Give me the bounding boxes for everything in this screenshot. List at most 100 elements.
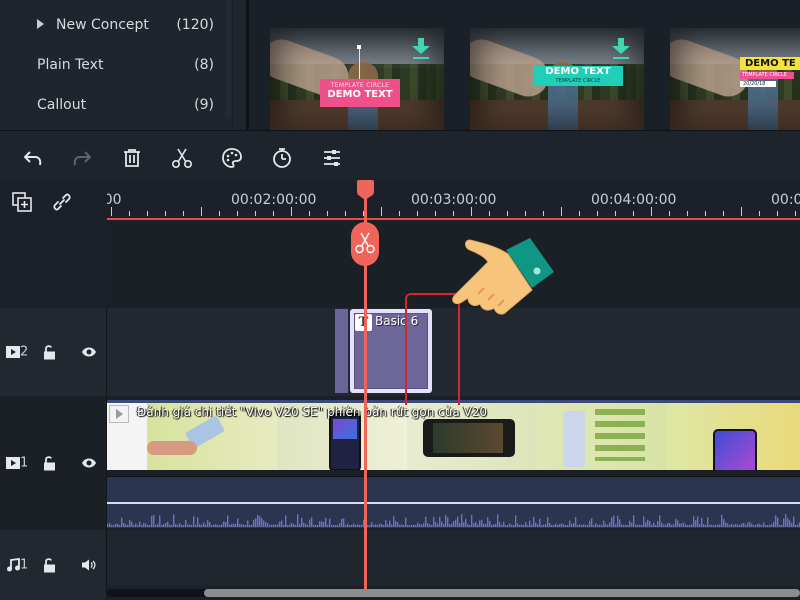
waveform-bar — [623, 524, 625, 527]
waveform-bar — [147, 524, 149, 527]
add-track-button[interactable] — [11, 191, 33, 213]
video-clip[interactable]: Đánh giá chi tiết "Vivo V20 SE" phiên bả… — [107, 400, 800, 470]
ruler-minor-tick — [759, 211, 760, 216]
waveform-bar — [777, 517, 779, 527]
waveform-bar — [145, 523, 147, 527]
link-button[interactable] — [51, 191, 73, 213]
track-body-audio-1[interactable] — [107, 530, 800, 586]
eye-icon[interactable] — [81, 346, 97, 358]
waveform-bar — [417, 522, 419, 527]
template-thumbnail-2[interactable]: DEMO TEXT TEMPLATE CIRCLE — [470, 28, 644, 130]
category-scrollbar[interactable] — [226, 0, 231, 118]
waveform-bar — [315, 524, 317, 527]
color-button[interactable] — [221, 147, 243, 169]
waveform-bar — [697, 516, 699, 527]
title-clip-stub[interactable] — [335, 309, 348, 393]
template-thumbnail-3[interactable]: DEMO TE TEMPLATE CIRCLE 20/20/18 — [670, 28, 800, 130]
ruler-minor-tick — [165, 211, 166, 216]
undo-button[interactable] — [22, 147, 44, 169]
speaker-icon[interactable] — [81, 559, 96, 572]
clip-play-icon[interactable] — [109, 405, 129, 423]
template-thumbnail-1[interactable]: TEMPLATE CIRCLE DEMO TEXT — [270, 28, 444, 130]
waveform-bar — [479, 520, 481, 527]
waveform-bar — [637, 524, 639, 527]
waveform-bar — [369, 525, 371, 527]
template-title: DEMO TEXT — [327, 89, 393, 100]
panel-divider[interactable] — [232, 0, 249, 130]
volume-line[interactable] — [107, 502, 800, 504]
waveform-bar — [155, 524, 157, 527]
waveform-bar — [727, 523, 729, 527]
audio-waveform-clip[interactable] — [107, 476, 800, 528]
waveform-bar — [587, 524, 589, 527]
waveform-bar — [169, 524, 171, 527]
waveform-bar — [711, 524, 713, 527]
waveform-bar — [113, 524, 115, 527]
waveform-bar — [187, 524, 189, 527]
ruler-minor-tick — [705, 211, 706, 216]
waveform-bar — [443, 523, 445, 527]
adjust-button[interactable] — [321, 147, 343, 169]
waveform-bar — [529, 520, 531, 527]
waveform-bar — [401, 524, 403, 527]
stopwatch-icon — [273, 148, 291, 168]
category-callout[interactable]: Callout (9) — [0, 93, 226, 117]
scissors-icon — [355, 232, 375, 254]
split-at-playhead-button[interactable] — [351, 222, 379, 266]
waveform-bar — [249, 524, 251, 527]
ruler-minor-tick — [525, 211, 526, 216]
waveform-bar — [119, 524, 121, 527]
waveform-bar — [439, 516, 441, 527]
unlock-icon[interactable] — [43, 456, 56, 471]
waveform-bar — [351, 524, 353, 527]
timeline-scrollbar-thumb[interactable] — [204, 589, 800, 597]
unlock-icon[interactable] — [43, 558, 56, 573]
waveform-bar — [349, 524, 351, 527]
eye-icon[interactable] — [81, 457, 97, 469]
waveform-bar — [753, 524, 755, 527]
playhead-handle[interactable] — [357, 180, 374, 200]
waveform-bar — [175, 524, 177, 527]
waveform-bar — [429, 524, 431, 527]
waveform-bar — [641, 524, 643, 527]
redo-button[interactable] — [71, 147, 93, 169]
waveform-bar — [675, 518, 677, 527]
ruler-minor-tick — [687, 211, 688, 216]
waveform-bar — [747, 522, 749, 527]
waveform-bar — [659, 515, 661, 527]
split-button[interactable] — [171, 147, 193, 169]
ruler-major-tick — [111, 207, 112, 216]
waveform-bar — [129, 519, 131, 527]
waveform-bar — [723, 519, 725, 527]
title-category-panel: New Concept (120) Plain Text (8) Callout… — [0, 0, 232, 130]
timeline-ruler[interactable]: :00 00:02:00:00 00:03:00:00 00:04:00:00 00:0 — [107, 182, 800, 220]
waveform-bar — [677, 520, 679, 527]
waveform-bar — [485, 524, 487, 527]
waveform-bar — [233, 523, 235, 527]
waveform-bar — [781, 525, 783, 527]
download-icon[interactable] — [612, 38, 630, 60]
waveform-bar — [205, 524, 207, 527]
waveform-bar — [701, 517, 703, 527]
delete-button[interactable] — [121, 147, 143, 169]
waveform-bar — [331, 524, 333, 527]
waveform-bar — [419, 524, 421, 527]
waveform-bar — [109, 523, 111, 527]
unlock-icon[interactable] — [43, 345, 56, 360]
waveform-bar — [111, 524, 113, 527]
download-icon[interactable] — [412, 38, 430, 60]
waveform-bar — [407, 524, 409, 527]
speed-button[interactable] — [271, 147, 293, 169]
waveform-bar — [165, 523, 167, 527]
waveform-bar — [649, 521, 651, 527]
waveform-bar — [743, 522, 745, 527]
waveform-bar — [395, 520, 397, 527]
category-plain-text[interactable]: Plain Text (8) — [0, 53, 226, 77]
waveform-bar — [285, 515, 287, 527]
expand-arrow-icon[interactable] — [37, 19, 44, 29]
category-new-concept[interactable]: New Concept (120) — [0, 13, 226, 37]
waveform-bar — [379, 523, 381, 527]
waveform-bar — [357, 524, 359, 527]
waveform-bar — [347, 523, 349, 527]
waveform-bar — [427, 523, 429, 527]
